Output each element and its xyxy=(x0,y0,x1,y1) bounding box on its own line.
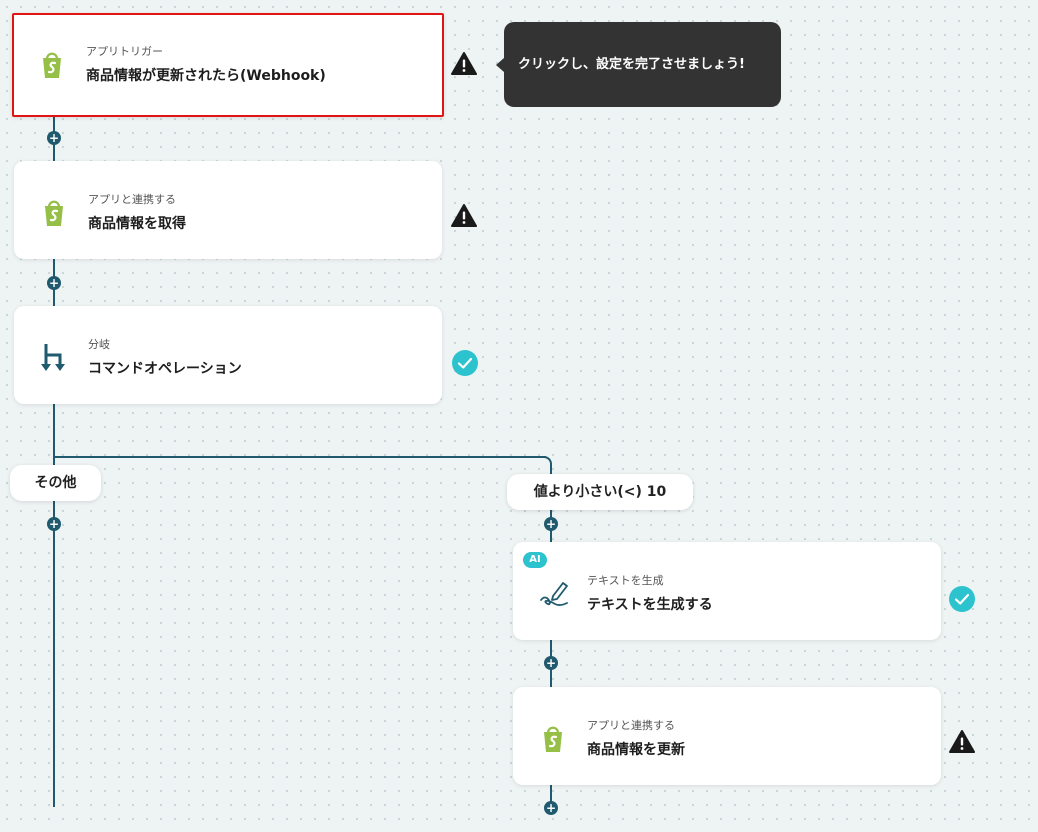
shopify-icon xyxy=(38,49,66,79)
pen-icon xyxy=(539,578,568,608)
node-title: 商品情報を取得 xyxy=(88,216,186,232)
get-product-node[interactable]: アプリと連携する 商品情報を取得 xyxy=(14,161,442,259)
shopify-icon xyxy=(539,723,567,753)
trigger-node[interactable]: アプリトリガー 商品情報が更新されたら(Webhook) xyxy=(12,13,444,117)
node-type-label: テキストを生成 xyxy=(587,574,664,587)
node-type-label: アプリと連携する xyxy=(587,719,675,732)
warning-icon xyxy=(451,203,477,229)
node-type-label: 分岐 xyxy=(88,338,110,351)
node-title: コマンドオペレーション xyxy=(88,361,242,377)
add-step-button[interactable]: + xyxy=(544,517,558,531)
branch-label-condition[interactable]: 値より小さい(<) 10 xyxy=(507,474,693,510)
ai-badge: AI xyxy=(523,552,547,568)
tooltip-text: クリックし、設定を完了させましょう! xyxy=(518,57,745,72)
add-step-button[interactable]: + xyxy=(47,131,61,145)
add-step-button[interactable]: + xyxy=(544,801,558,815)
node-title: 商品情報が更新されたら(Webhook) xyxy=(86,68,326,84)
update-product-node[interactable]: アプリと連携する 商品情報を更新 xyxy=(513,687,941,785)
setup-tooltip: クリックし、設定を完了させましょう! xyxy=(496,22,781,107)
shopify-icon xyxy=(40,197,68,227)
node-type-label: アプリと連携する xyxy=(88,193,176,206)
branch-connector xyxy=(53,456,546,458)
check-icon xyxy=(452,350,478,376)
check-icon xyxy=(949,586,975,612)
branch-label-other[interactable]: その他 xyxy=(10,465,101,501)
branch-icon xyxy=(40,342,68,372)
generate-text-node[interactable]: AI テキストを生成 テキストを生成する xyxy=(513,542,941,640)
node-title: テキストを生成する xyxy=(587,597,713,613)
branch-node[interactable]: 分岐 コマンドオペレーション xyxy=(14,306,442,404)
warning-icon xyxy=(949,729,975,755)
add-step-button[interactable]: + xyxy=(47,276,61,290)
warning-icon xyxy=(451,51,477,77)
node-title: 商品情報を更新 xyxy=(587,742,685,758)
add-step-button[interactable]: + xyxy=(544,656,558,670)
add-step-button[interactable]: + xyxy=(47,517,61,531)
node-type-label: アプリトリガー xyxy=(86,45,163,58)
